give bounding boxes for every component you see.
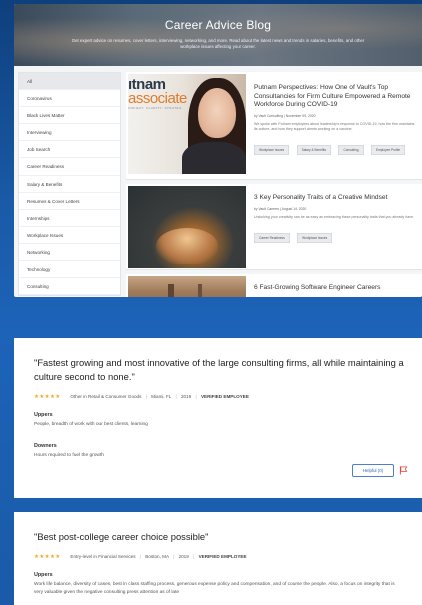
separator: | xyxy=(139,554,142,559)
review-year: 2019 xyxy=(178,554,189,559)
tag-career-readiness[interactable]: Career Readiness xyxy=(254,232,290,243)
category-sidebar: All Coronavirus Black Lives Matter Inter… xyxy=(18,72,121,297)
uppers-label: Uppers xyxy=(34,412,53,418)
article-meta: by Vault Consulting | November 09, 2020 xyxy=(254,113,316,118)
tag-workplace-issues[interactable]: Workplace Issues xyxy=(254,144,290,155)
article-title[interactable]: Putnam Perspectives: How One of Vault's … xyxy=(254,84,416,110)
verified-badge: VERIFIED EMPLOYEE xyxy=(198,554,247,559)
article-image-software-engineer[interactable] xyxy=(128,276,246,297)
category-interviewing[interactable]: Interviewing xyxy=(19,124,120,142)
separator xyxy=(65,554,66,559)
review-card: "Fastest growing and most innovative of … xyxy=(14,338,422,498)
reviewer-location: Miami, FL xyxy=(151,394,172,399)
article-excerpt: We spoke with Putnam employees about lea… xyxy=(254,121,415,131)
article-title[interactable]: 3 Key Personality Traits of a Creative M… xyxy=(254,194,416,203)
separator: | xyxy=(195,394,197,399)
star-rating: ★★★★★ xyxy=(34,554,61,560)
blog-hero-banner: Career Advice Blog Get expert advice on … xyxy=(14,4,422,66)
category-career-readiness[interactable]: Career Readiness xyxy=(19,158,120,176)
category-technology[interactable]: Technology xyxy=(19,261,120,279)
image-detail xyxy=(198,284,202,297)
article-tags: Career Readiness Workplace Issues xyxy=(254,226,416,244)
article-card-putnam[interactable]: ıtnam associate INSIGHT. CLARITY. STRATE… xyxy=(126,72,422,180)
article-body: 3 Key Personality Traits of a Creative M… xyxy=(254,194,416,244)
separator: | xyxy=(193,554,195,559)
article-excerpt: Unlocking your creativity can be as easy… xyxy=(254,214,415,219)
review-meta: ★★★★★ Other in Retail & Consumer Goods |… xyxy=(34,394,422,400)
helpful-button[interactable]: Helpful (0) xyxy=(352,464,394,477)
career-advice-blog-panel: Career Advice Blog Get expert advice on … xyxy=(14,4,422,297)
article-body: Putnam Perspectives: How One of Vault's … xyxy=(254,84,416,156)
review-card: "Best post-college career choice possibl… xyxy=(14,512,422,605)
category-internships[interactable]: Internships xyxy=(19,210,120,227)
putnam-logo-line3: INSIGHT. CLARITY. STRATEG xyxy=(128,106,182,110)
blog-subtitle: Get expert advice on resumes, cover lett… xyxy=(71,38,365,49)
flag-icon[interactable] xyxy=(399,466,408,475)
category-networking[interactable]: Networking xyxy=(19,244,120,262)
category-all[interactable]: All xyxy=(19,73,120,91)
glowing-hands-image xyxy=(156,228,218,264)
putnam-logo: ıtnam associate INSIGHT. CLARITY. STRATE… xyxy=(128,77,187,111)
category-job-search[interactable]: Job Search xyxy=(19,141,120,159)
separator xyxy=(65,394,66,399)
article-tags: Workplace Issues Salary & Benefits Consu… xyxy=(254,138,416,156)
tag-employee-profile[interactable]: Employee Profile xyxy=(370,144,406,155)
portrait-face xyxy=(198,88,236,138)
verified-badge: VERIFIED EMPLOYEE xyxy=(200,394,249,399)
downers-text: Hours required to fuel the growth xyxy=(34,453,104,458)
category-coronavirus[interactable]: Coronavirus xyxy=(19,90,120,108)
tag-salary-benefits[interactable]: Salary & Benefits xyxy=(296,144,332,155)
separator: | xyxy=(175,394,177,399)
article-card-creative-mindset[interactable]: 3 Key Personality Traits of a Creative M… xyxy=(126,184,422,270)
reviewer-role: Entry-level in Financial Services xyxy=(70,554,136,559)
reviewer-role: Other in Retail & Consumer Goods xyxy=(70,394,142,399)
review-title: "Best post-college career choice possibl… xyxy=(34,531,209,542)
category-salary-benefits[interactable]: Salary & Benefits xyxy=(19,176,120,193)
article-meta: by Vault Careers | August 14, 2020 xyxy=(254,206,307,211)
putnam-logo-line2: associate xyxy=(128,90,187,107)
star-rating: ★★★★★ xyxy=(34,394,61,400)
article-image-creative-mindset[interactable] xyxy=(128,186,246,268)
portrait-shirt xyxy=(182,142,246,174)
uppers-text: Work life balance, diversity of cases, b… xyxy=(34,582,395,595)
uppers-text: People, breadth of work with our best cl… xyxy=(34,422,148,427)
separator: | xyxy=(145,394,147,399)
tag-consulting[interactable]: Consulting xyxy=(338,144,364,155)
review-year: 2019 xyxy=(180,394,192,399)
category-black-lives-matter[interactable]: Black Lives Matter xyxy=(19,107,120,125)
review-meta: ★★★★★ Entry-level in Financial Services … xyxy=(34,554,422,560)
category-workplace-issues[interactable]: Workplace Issues xyxy=(19,227,120,244)
category-resumes-cover-letters[interactable]: Resumes & Cover Letters xyxy=(19,193,120,210)
uppers-label: Uppers xyxy=(34,572,53,578)
category-consulting[interactable]: Consulting xyxy=(19,278,120,296)
article-body: 6 Fast-Growing Software Engineer Careers xyxy=(254,284,416,293)
article-title[interactable]: 6 Fast-Growing Software Engineer Careers xyxy=(254,284,416,293)
review-title: "Fastest growing and most innovative of … xyxy=(34,357,404,382)
downers-label: Downers xyxy=(34,443,57,449)
blog-title: Career Advice Blog xyxy=(164,18,272,32)
separator: | xyxy=(173,554,175,559)
reviewer-location: Boston, MA xyxy=(145,554,169,559)
image-detail xyxy=(168,284,174,297)
article-image-putnam[interactable]: ıtnam associate INSIGHT. CLARITY. STRATE… xyxy=(128,74,246,174)
tag-workplace-issues[interactable]: Workplace Issues xyxy=(297,232,333,243)
article-card-software-engineer[interactable]: 6 Fast-Growing Software Engineer Careers xyxy=(126,274,422,297)
